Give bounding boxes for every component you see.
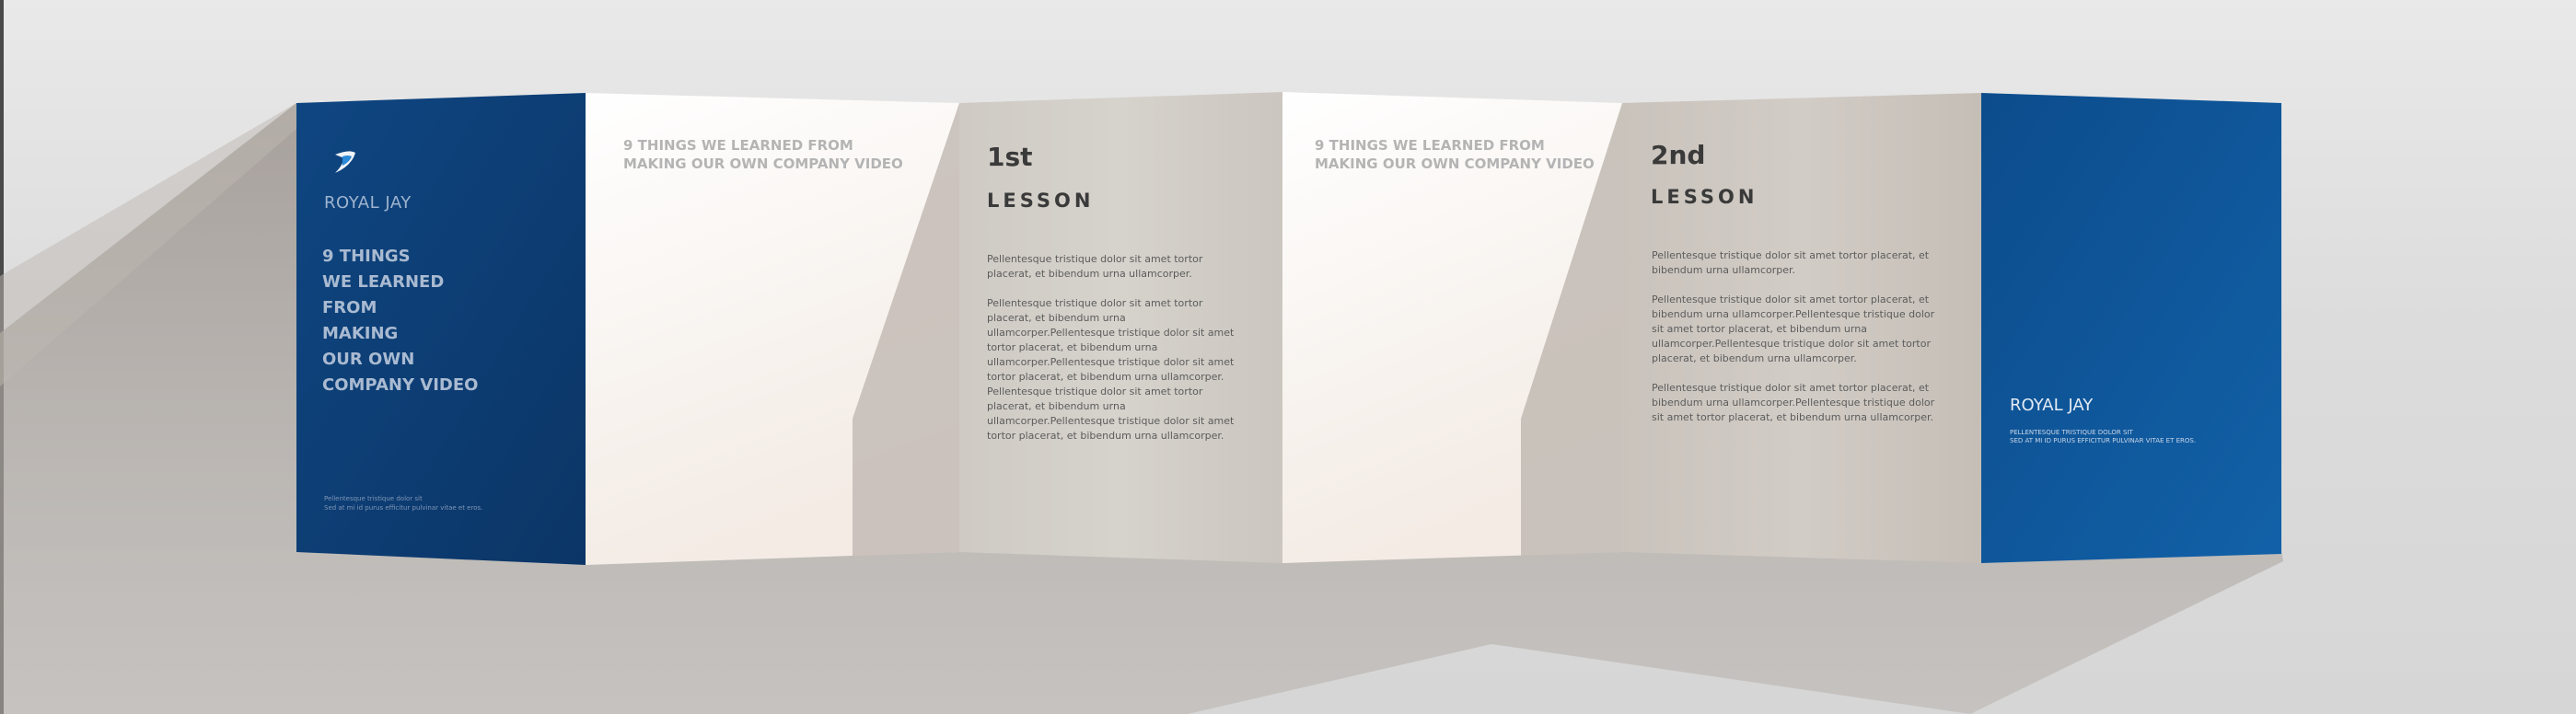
cover-title-line: COMPANY VIDEO — [322, 375, 479, 395]
back-panel — [1981, 93, 2281, 563]
lesson1-word: LESSON — [987, 190, 1095, 212]
panel-heading-2: 9 THINGS WE LEARNED FROM MAKING OUR OWN … — [1315, 137, 1595, 172]
lesson2-word: LESSON — [1651, 186, 1758, 208]
lesson2-paragraph: Pellentesque tristique dolor sit amet to… — [1652, 294, 1935, 364]
lesson1-number: 1st — [987, 142, 1033, 172]
cover-fineprint-line: Pellentesque tristique dolor sit — [324, 495, 423, 502]
cover-fineprint: Pellentesque tristique dolor sit Sed at … — [324, 494, 482, 512]
lesson1-paragraph: Pellentesque tristique dolor sit amet to… — [987, 253, 1203, 280]
panel-heading-1: 9 THINGS WE LEARNED FROM MAKING OUR OWN … — [623, 137, 903, 172]
back-fineprint-line: Sed at mi id purus efficitur pulvinar vi… — [2010, 437, 2197, 444]
cover-brand: ROYAL JAY — [324, 193, 412, 213]
cover-title-line: WE LEARNED — [322, 272, 445, 292]
back-fineprint-line: Pellentesque tristique dolor sit — [2010, 429, 2133, 436]
cover-fineprint-line: Sed at mi id purus efficitur pulvinar vi… — [324, 504, 483, 512]
back-brand: ROYAL JAY — [2010, 396, 2094, 415]
cover-title-line: 9 THINGS — [322, 247, 411, 266]
lesson2-number: 2nd — [1651, 140, 1706, 170]
lesson2-paragraph: Pellentesque tristique dolor sit amet to… — [1652, 382, 1935, 423]
cover-title-line: MAKING — [322, 324, 399, 343]
cover-title-line: OUR OWN — [322, 350, 415, 369]
lesson1-paragraph: Pellentesque tristique dolor sit amet to… — [987, 297, 1235, 383]
lesson1-paragraph: Pellentesque tristique dolor sit amet to… — [987, 386, 1235, 442]
back-fineprint: Pellentesque tristique dolor sit Sed at … — [2010, 429, 2196, 445]
lesson2-paragraph: Pellentesque tristique dolor sit amet to… — [1652, 249, 1930, 276]
cover-title: 9 THINGS WE LEARNED FROM MAKING OUR OWN … — [322, 244, 478, 398]
cover-title-line: FROM — [322, 298, 377, 317]
